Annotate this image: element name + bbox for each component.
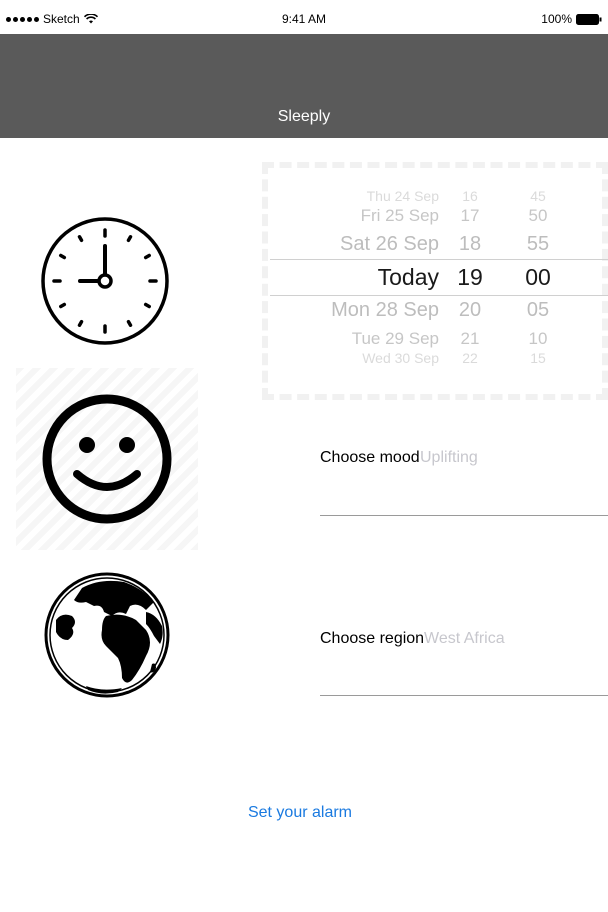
page-title: Sleeply [277,108,331,125]
battery-percentage: 100% [541,12,572,26]
navigation-bar: Sleeply [0,34,608,138]
clock-icon[interactable] [40,216,170,346]
picker-selection-line-top [270,259,608,260]
status-right: 100% [541,12,602,26]
region-underline [320,695,608,696]
status-time: 9:41 AM [281,12,327,26]
globe-icon[interactable] [42,570,172,700]
picker-selection-line-bottom [270,295,608,296]
region-input[interactable]: West Africa [424,630,505,648]
battery-icon [576,13,602,25]
mood-label: Choose mood [320,449,420,466]
smiley-face-icon[interactable] [40,392,174,526]
status-bar: Sketch 9:41 AM 100% [0,0,608,34]
region-label: Choose region [320,630,425,647]
mood-underline [320,515,608,516]
set-alarm-button[interactable]: Set your alarm [0,804,600,822]
mood-input[interactable]: Uplifting [420,449,478,467]
